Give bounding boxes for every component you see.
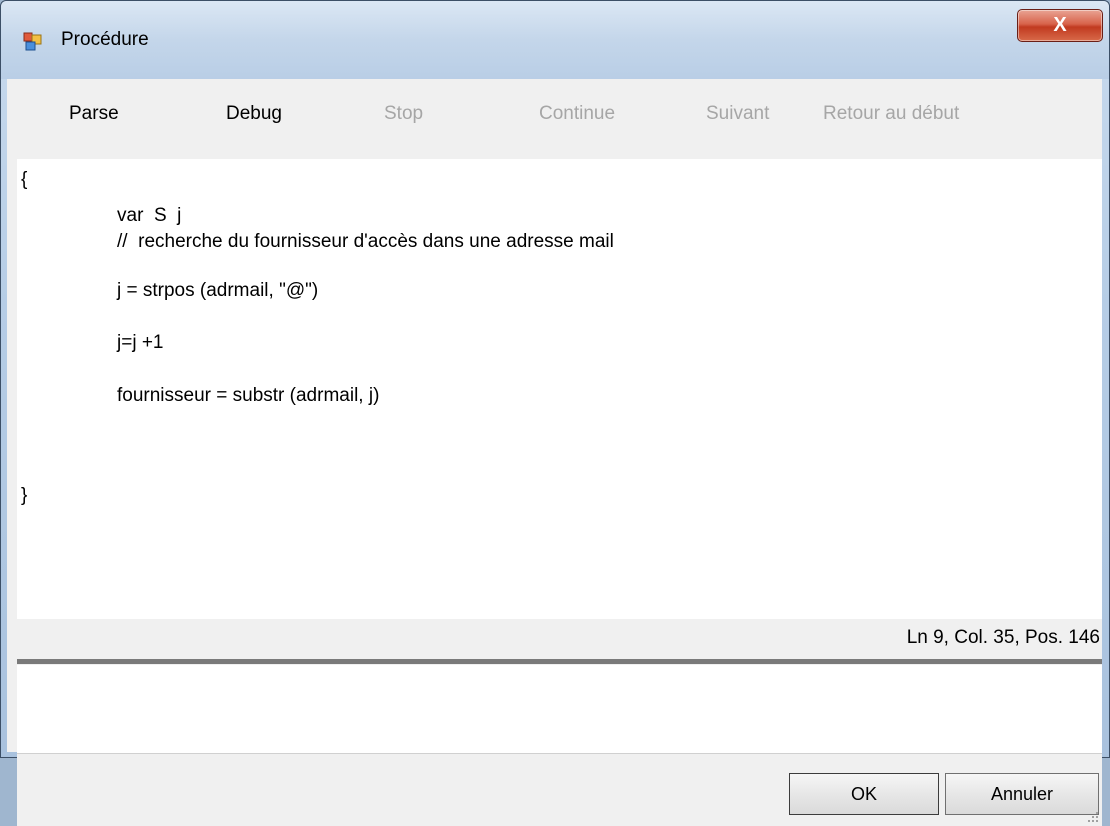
procedure-dialog: Procédure X Parse Debug Stop Continue Su… — [0, 0, 1110, 826]
code-line: fournisseur = substr (adrmail, j) — [117, 385, 380, 406]
ok-label: OK — [850, 783, 877, 804]
title-bar[interactable]: Procédure X — [1, 1, 1109, 79]
code-line: j=j +1 — [117, 332, 164, 353]
status-bar: Ln 9, Col. 35, Pos. 146 — [17, 619, 1102, 657]
code-line: j = strpos (adrmail, "@") — [117, 280, 319, 301]
code-line: } — [21, 485, 28, 506]
button-bar: OK Annuler — [17, 754, 1102, 826]
code-line: { — [21, 169, 28, 190]
cancel-button[interactable]: Annuler — [945, 773, 1099, 815]
close-button[interactable]: X — [1017, 9, 1103, 42]
cursor-position: Ln 9, Col. 35, Pos. 146 — [906, 627, 1100, 648]
parse-button[interactable]: Parse — [69, 103, 119, 125]
ok-button[interactable]: OK — [789, 773, 939, 815]
toolbar: Parse Debug Stop Continue Suivant Retour… — [7, 79, 1102, 159]
retour-au-debut-button[interactable]: Retour au début — [823, 103, 959, 125]
output-panel[interactable] — [17, 665, 1102, 754]
continue-button[interactable]: Continue — [539, 103, 615, 125]
code-editor[interactable]: { var S j // recherche du fournisseur d'… — [17, 159, 1102, 619]
code-line: var S j — [117, 205, 182, 226]
app-window-icon — [23, 32, 42, 51]
dialog-body: Parse Debug Stop Continue Suivant Retour… — [7, 79, 1102, 826]
code-line: // recherche du fournisseur d'accès dans… — [117, 231, 614, 252]
window-title: Procédure — [61, 29, 149, 50]
debug-button[interactable]: Debug — [226, 103, 282, 125]
resize-grip-icon[interactable] — [1082, 806, 1100, 824]
cancel-label: Annuler — [990, 783, 1054, 804]
close-icon: X — [1053, 14, 1067, 36]
stop-button[interactable]: Stop — [384, 103, 423, 125]
suivant-button[interactable]: Suivant — [706, 103, 769, 125]
splitter[interactable] — [17, 659, 1102, 664]
